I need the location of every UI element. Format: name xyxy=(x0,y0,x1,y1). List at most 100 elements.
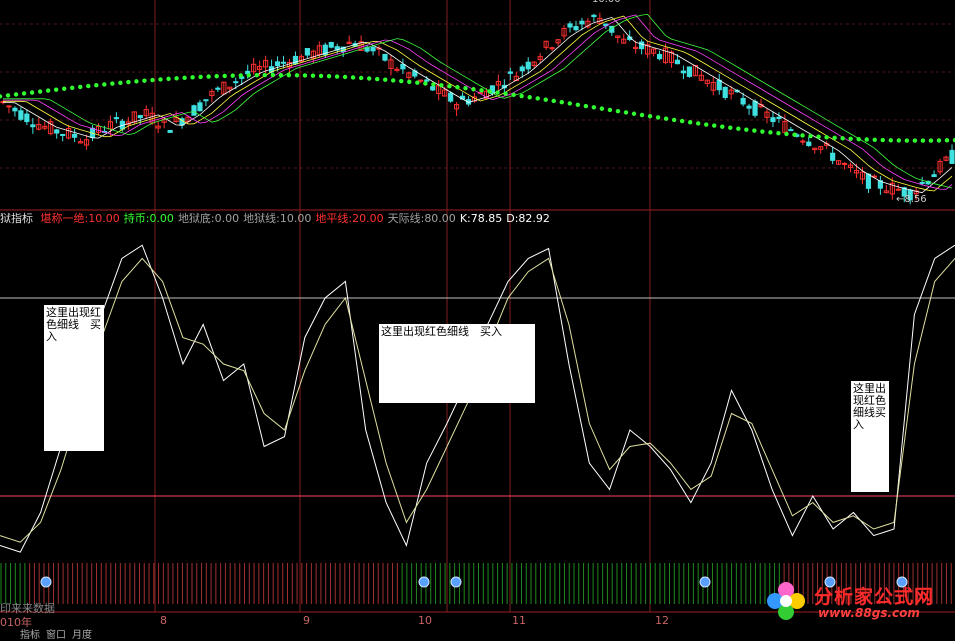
candle-body xyxy=(865,173,872,189)
candle-body xyxy=(776,116,782,120)
long-ma-dot xyxy=(720,124,725,129)
logo-name: 分析家公式网 xyxy=(814,586,935,608)
long-ma-dot xyxy=(254,72,260,78)
long-ma-dot xyxy=(583,103,589,109)
indicator-label: 持币: xyxy=(123,212,150,225)
indicator-label: 天际线: xyxy=(387,212,425,225)
long-ma-dot xyxy=(37,89,43,94)
long-ma-dot xyxy=(599,106,605,111)
long-ma-dot xyxy=(431,82,436,87)
long-ma-dot xyxy=(222,73,227,79)
long-ma-dot xyxy=(302,73,308,78)
long-ma-dot xyxy=(535,96,540,101)
x-tick-label: 8 xyxy=(160,614,167,627)
candle-body xyxy=(203,99,209,102)
long-ma-dot xyxy=(639,112,645,118)
indicator-title: 狱指标 xyxy=(0,212,33,225)
long-ma-dot xyxy=(704,122,709,127)
long-ma-dot xyxy=(407,79,412,85)
candle-body xyxy=(418,79,424,82)
annotation-box: 这里出现红色细线 买入 xyxy=(44,305,104,451)
indicator-item: K:78.85 xyxy=(460,212,502,225)
candle-body xyxy=(686,66,692,77)
bottom-tab[interactable]: 指标 xyxy=(20,630,40,641)
long-ma-dot xyxy=(206,74,211,79)
candle-body xyxy=(591,14,597,18)
candle-body xyxy=(841,162,848,165)
long-ma-dot xyxy=(174,76,179,81)
long-ma-dot xyxy=(278,72,284,78)
bottom-tab[interactable]: 窗口 xyxy=(46,630,66,641)
moving-average-line xyxy=(2,13,953,189)
candle-body xyxy=(740,97,746,105)
candle-body xyxy=(680,70,687,74)
long-ma-dot xyxy=(631,111,637,116)
long-ma-dot xyxy=(134,79,139,84)
moving-average-line xyxy=(2,15,953,192)
indicator-label: 地狱底: xyxy=(177,212,215,225)
long-ma-dot xyxy=(391,78,396,83)
long-ma-dot xyxy=(70,85,75,91)
long-ma-dot xyxy=(679,118,685,124)
candle-body xyxy=(579,20,585,25)
candle-body xyxy=(931,174,937,178)
long-ma-dot xyxy=(736,126,741,131)
long-ma-dot xyxy=(663,116,669,121)
long-ma-dot xyxy=(374,76,380,82)
long-ma-dot xyxy=(318,73,324,79)
candle-body xyxy=(800,140,806,143)
long-ma-dot xyxy=(840,136,845,141)
low-price-label: ←8.56 xyxy=(896,194,927,205)
candle-body xyxy=(567,23,573,28)
long-ma-dot xyxy=(615,109,621,114)
long-ma-dot xyxy=(551,98,556,104)
long-ma-dot xyxy=(800,133,805,138)
long-ma-dot xyxy=(760,129,765,134)
candle-body xyxy=(716,79,722,91)
indicator-item: 地狱底:0.00 xyxy=(178,212,239,225)
long-ma-dot xyxy=(808,133,813,139)
candle-body xyxy=(949,149,955,164)
candle-body xyxy=(24,113,30,123)
long-ma-dot xyxy=(591,105,597,110)
long-ma-dot xyxy=(190,75,195,80)
candle-body xyxy=(12,107,18,112)
long-ma-dot xyxy=(399,78,404,84)
candle-body xyxy=(400,63,406,70)
long-ma-dot xyxy=(936,138,942,143)
long-ma-dot xyxy=(776,131,781,136)
long-ma-dot xyxy=(150,77,155,83)
candle-body xyxy=(370,46,376,52)
x-tick-label: 11 xyxy=(512,614,526,627)
candle-body xyxy=(328,41,334,48)
long-ma-dot xyxy=(671,117,677,123)
long-ma-dot xyxy=(655,115,661,120)
long-ma-dot xyxy=(463,86,468,91)
candle-body xyxy=(113,117,119,120)
long-ma-dot xyxy=(824,135,829,140)
signal-ball-icon xyxy=(450,576,462,588)
high-price-label: 10.00 xyxy=(592,0,621,5)
candle-body xyxy=(430,86,436,91)
moving-average-line xyxy=(2,14,953,190)
candle-body xyxy=(274,61,281,67)
long-ma-dot xyxy=(888,138,893,143)
long-ma-dot xyxy=(623,110,629,115)
long-ma-dot xyxy=(118,80,123,86)
long-ma-dot xyxy=(928,138,934,143)
long-ma-dot xyxy=(286,72,292,78)
indicator-item: 持币:0.00 xyxy=(124,212,174,225)
long-ma-dot xyxy=(503,91,508,96)
candle-body xyxy=(72,133,78,138)
long-ma-dot xyxy=(21,91,27,96)
long-ma-dot xyxy=(142,78,147,83)
bottom-tab[interactable]: 月度 xyxy=(72,630,92,641)
long-ma-dot xyxy=(511,92,516,98)
x-tick-label: 10 xyxy=(418,614,432,627)
long-ma-dot xyxy=(575,102,581,107)
long-ma-dot xyxy=(0,94,3,99)
indicator-label: 地狱线: xyxy=(243,212,280,225)
long-ma-dot xyxy=(864,137,869,142)
long-ma-dot xyxy=(784,131,789,137)
long-ma-dot xyxy=(383,77,388,82)
